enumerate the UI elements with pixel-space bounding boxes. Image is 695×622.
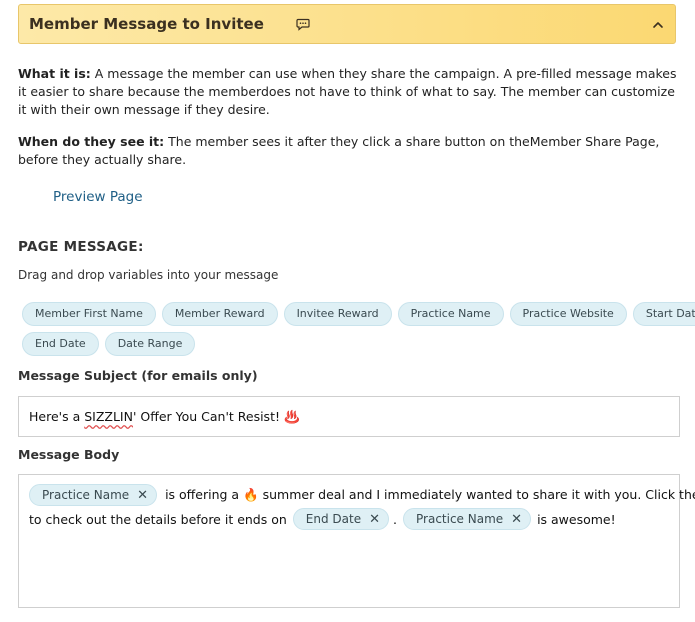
subject-input[interactable]: Here's a SIZZLIN' Offer You Can't Resist… <box>18 396 680 437</box>
section-title: Member Message to Invitee <box>29 15 264 33</box>
tag-label: End Date <box>305 512 362 526</box>
variable-chip-date-range[interactable]: Date Range <box>104 332 196 356</box>
preview-page-link[interactable]: Preview Page <box>53 189 143 205</box>
chat-icon <box>296 18 310 31</box>
message-body-editor[interactable]: Practice Name ✕ is offering a 🔥 summer d… <box>18 474 695 608</box>
body-tag-end-date[interactable]: End Date ✕ <box>292 508 390 530</box>
body-tag-practice-name[interactable]: Practice Name ✕ <box>29 484 158 506</box>
variable-chip-member-reward[interactable]: Member Reward <box>161 302 278 326</box>
variable-chip-start-date[interactable]: Start Date <box>632 302 695 326</box>
body-line-1: Practice Name ✕ is offering a 🔥 summer d… <box>29 484 695 506</box>
subject-value-suffix: ' Offer You Can't Resist! ♨️ <box>132 409 300 424</box>
variable-chip-invitee-reward[interactable]: Invitee Reward <box>283 302 392 326</box>
variable-chips-row-2: End Date Date Range <box>22 332 196 356</box>
subject-label: Message Subject (for emails only) <box>18 368 258 383</box>
remove-tag-icon[interactable]: ✕ <box>511 512 522 527</box>
tag-label: Practice Name <box>42 488 130 502</box>
what-label: What it is: <box>18 66 91 81</box>
body-text-1: is offering a 🔥 summer deal and I immedi… <box>165 487 695 502</box>
when-seen-paragraph: When do they see it: The member sees it … <box>18 133 680 169</box>
page-message-title: PAGE MESSAGE: <box>18 239 144 255</box>
message-body-label: Message Body <box>18 447 120 462</box>
what-it-is-paragraph: What it is: A message the member can use… <box>18 65 680 119</box>
body-tag-practice-name-2[interactable]: Practice Name ✕ <box>403 508 532 530</box>
variable-chip-member-first-name[interactable]: Member First Name <box>22 302 156 326</box>
variable-chip-practice-name[interactable]: Practice Name <box>397 302 504 326</box>
subject-value-misspelled: SIZZLIN <box>84 409 133 424</box>
variable-chip-end-date[interactable]: End Date <box>22 332 99 356</box>
when-label: When do they see it: <box>18 134 165 149</box>
body-line-2: to check out the details before it ends … <box>29 508 616 530</box>
section-header[interactable]: Member Message to Invitee <box>18 4 676 44</box>
variable-chip-practice-website[interactable]: Practice Website <box>509 302 627 326</box>
variable-chips-row-1: Member First Name Member Reward Invitee … <box>22 302 695 326</box>
drag-drop-helper-text: Drag and drop variables into your messag… <box>18 268 279 282</box>
remove-tag-icon[interactable]: ✕ <box>369 512 380 527</box>
chevron-up-icon[interactable] <box>651 18 665 32</box>
body-text-3: . <box>393 511 397 527</box>
body-text-4: is awesome! <box>537 511 616 527</box>
tag-label: Practice Name <box>416 512 504 526</box>
what-text: A message the member can use when they s… <box>18 66 677 117</box>
subject-value-prefix: Here's a <box>29 409 85 424</box>
body-text-2: to check out the details before it ends … <box>29 511 287 527</box>
remove-tag-icon[interactable]: ✕ <box>137 488 148 503</box>
